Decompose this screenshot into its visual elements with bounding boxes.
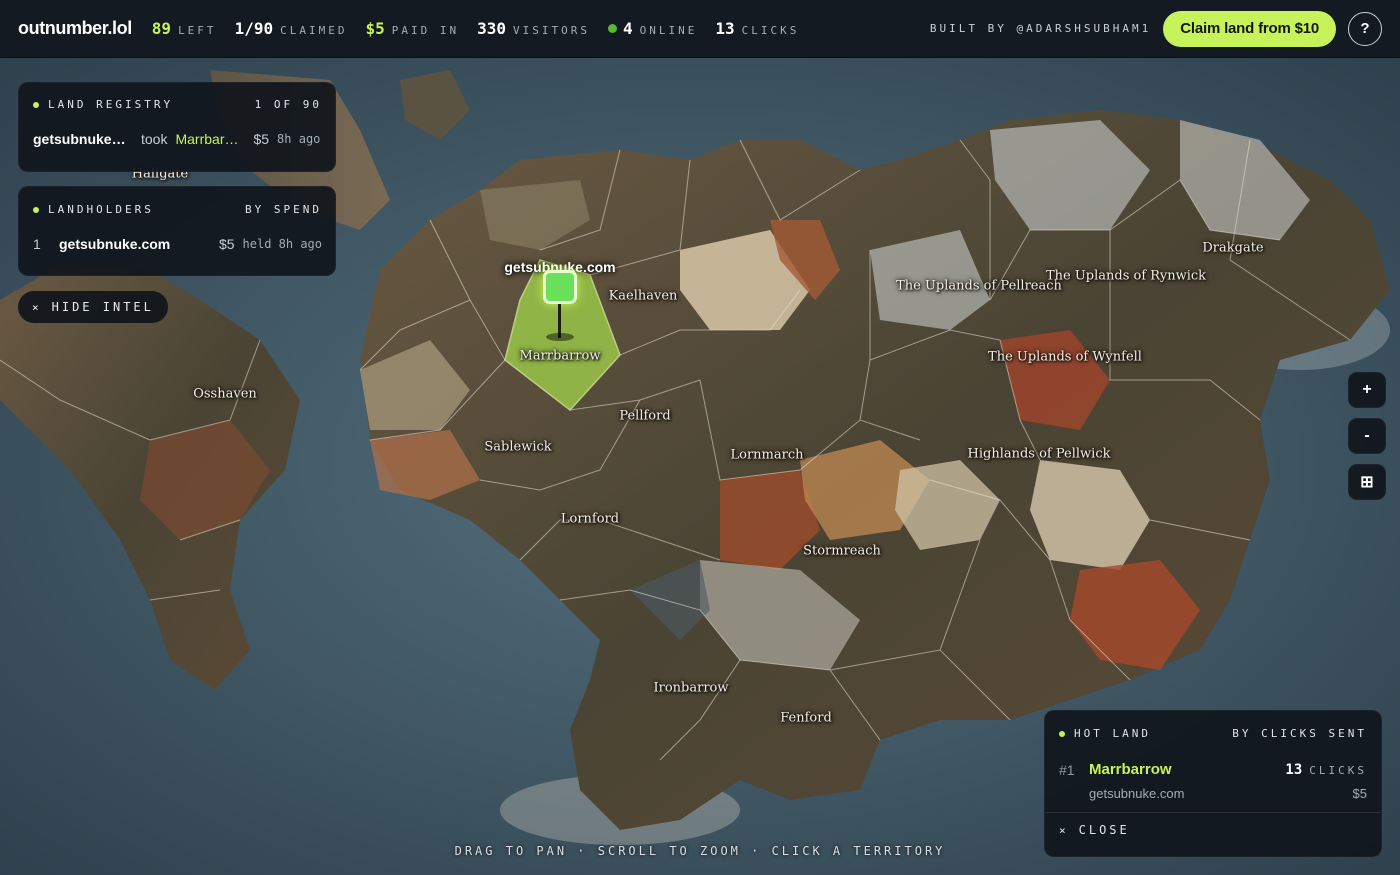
stat-clicks: 13 CLICKS	[715, 19, 799, 38]
landholder-spend: $5	[218, 236, 235, 252]
hot-land-sort: BY CLICKS SENT	[1232, 727, 1367, 740]
bullet-icon	[33, 206, 39, 213]
hot-land-close-button[interactable]: × CLOSE	[1059, 823, 1367, 837]
stat-visitors: 330 VISITORS	[477, 19, 590, 38]
hot-land-rank: #1	[1059, 761, 1075, 778]
registry-entry-price: $5	[253, 131, 270, 147]
territory-lornford[interactable]: Lornford	[561, 512, 619, 527]
hot-land-close-label: CLOSE	[1078, 823, 1130, 837]
registry-entry-verb: took	[141, 131, 168, 147]
stat-paid-value: $5	[365, 19, 385, 38]
claimed-marker-shadow	[546, 333, 574, 341]
built-by-link[interactable]: BUILT BY @ADARSHSUBHAM1	[930, 22, 1151, 35]
zoom-out-button[interactable]: -	[1348, 418, 1386, 454]
claim-land-button[interactable]: Claim land from $10	[1163, 10, 1336, 47]
landholder-rank: 1	[33, 236, 41, 252]
territory-sablewick[interactable]: Sablewick	[484, 440, 551, 455]
territory-highlands-pellwick[interactable]: Highlands of Pellwick	[968, 447, 1111, 462]
hot-land-clicks: 13 CLICKS	[1285, 762, 1367, 778]
stat-claimed: 1/90 CLAIMED	[235, 19, 348, 38]
stat-visitors-label: VISITORS	[512, 24, 590, 37]
landholder-name[interactable]: getsubnuke.com	[59, 236, 170, 252]
registry-entry-land[interactable]: Marrbarrow	[175, 131, 239, 147]
registry-entry-owner[interactable]: getsubnuke.com	[33, 131, 129, 147]
hot-land-title: HOT LAND	[1074, 727, 1151, 740]
stat-clicks-value: 13	[715, 19, 735, 38]
bullet-icon	[33, 101, 39, 108]
land-registry-panel: LAND REGISTRY 1 OF 90 getsubnuke.com too…	[18, 82, 336, 172]
hot-land-header: HOT LAND BY CLICKS SENT	[1059, 727, 1367, 740]
stat-online: 4 ONLINE	[607, 19, 698, 38]
hot-land-price: $5	[1352, 786, 1367, 801]
help-button[interactable]: ?	[1348, 11, 1382, 46]
stat-paid: $5 PAID IN	[365, 19, 459, 38]
territory-fenford[interactable]: Fenford	[780, 711, 832, 726]
stat-online-value: 4	[622, 19, 633, 38]
stat-claimed-value: 1/90	[234, 19, 274, 38]
map-hint: DRAG TO PAN · SCROLL TO ZOOM · CLICK A T…	[454, 844, 946, 858]
hide-intel-button[interactable]: × HIDE INTEL	[18, 291, 168, 323]
zoom-in-button[interactable]: +	[1348, 372, 1386, 408]
stat-visitors-value: 330	[477, 19, 506, 38]
hot-land-entry[interactable]: #1 Marrbarrow 13 CLICKS	[1059, 761, 1367, 778]
hot-land-clicks-label: CLICKS	[1309, 763, 1367, 777]
stat-claimed-label: CLAIMED	[280, 24, 348, 37]
claimed-marker-flag-icon[interactable]	[543, 270, 577, 304]
land-registry-header: LAND REGISTRY 1 OF 90	[33, 98, 322, 111]
landholders-sort: BY SPEND	[245, 203, 322, 216]
land-registry-title: LAND REGISTRY	[48, 98, 174, 111]
hot-land-name[interactable]: Marrbarrow	[1089, 761, 1172, 778]
stat-online-label: ONLINE	[639, 24, 698, 37]
stat-paid-label: PAID IN	[391, 24, 460, 37]
top-bar: outnumber.lol 89 LEFT 1/90 CLAIMED $5 PA…	[0, 0, 1400, 58]
landholders-header: LANDHOLDERS BY SPEND	[33, 203, 322, 216]
landholder-held-time: held 8h ago	[242, 237, 322, 251]
hot-land-owner-row: getsubnuke.com $5	[1059, 786, 1367, 801]
territory-uplands-pellreach[interactable]: The Uplands of Pellreach	[896, 279, 1062, 294]
landholders-title: LANDHOLDERS	[48, 203, 154, 216]
stat-left: 89 LEFT	[152, 19, 217, 38]
hot-land-clicks-value: 13	[1285, 761, 1303, 778]
online-status-icon	[607, 24, 617, 33]
registry-entry[interactable]: getsubnuke.com took Marrbarrow $5 8h ago	[33, 131, 322, 147]
close-icon: ×	[32, 300, 42, 314]
stat-clicks-label: CLICKS	[741, 24, 800, 37]
fit-view-button[interactable]: ⊞	[1348, 464, 1386, 500]
stat-left-label: LEFT	[178, 24, 217, 37]
hot-land-panel: HOT LAND BY CLICKS SENT #1 Marrbarrow 13…	[1044, 710, 1382, 857]
registry-entry-time: 8h ago	[277, 132, 321, 146]
territory-drakgate[interactable]: Drakgate	[1202, 241, 1263, 256]
app-logo[interactable]: outnumber.lol	[18, 18, 132, 39]
territory-ironbarrow[interactable]: Ironbarrow	[653, 681, 728, 696]
landholder-entry[interactable]: 1 getsubnuke.com $5 held 8h ago	[33, 236, 322, 252]
land-registry-count: 1 OF 90	[254, 98, 322, 111]
close-icon: ×	[1059, 823, 1069, 837]
landholders-panel: LANDHOLDERS BY SPEND 1 getsubnuke.com $5…	[18, 186, 336, 276]
territory-uplands-wynfell[interactable]: The Uplands of Wynfell	[988, 350, 1142, 365]
bullet-icon	[1059, 730, 1065, 737]
stat-left-value: 89	[151, 19, 172, 38]
territory-pellford[interactable]: Pellford	[619, 409, 670, 424]
hide-intel-label: HIDE INTEL	[51, 300, 154, 314]
territory-kaelhaven[interactable]: Kaelhaven	[609, 289, 678, 304]
territory-marrbarrow[interactable]: Marrbarrow	[520, 349, 601, 364]
territory-osshaven[interactable]: Osshaven	[193, 387, 257, 402]
hot-land-owner[interactable]: getsubnuke.com	[1089, 786, 1184, 801]
territory-lornmarch[interactable]: Lornmarch	[731, 448, 804, 463]
divider	[1045, 812, 1381, 813]
territory-stormreach[interactable]: Stormreach	[803, 544, 881, 559]
territory-uplands-rynwick[interactable]: The Uplands of Rynwick	[1046, 269, 1206, 284]
